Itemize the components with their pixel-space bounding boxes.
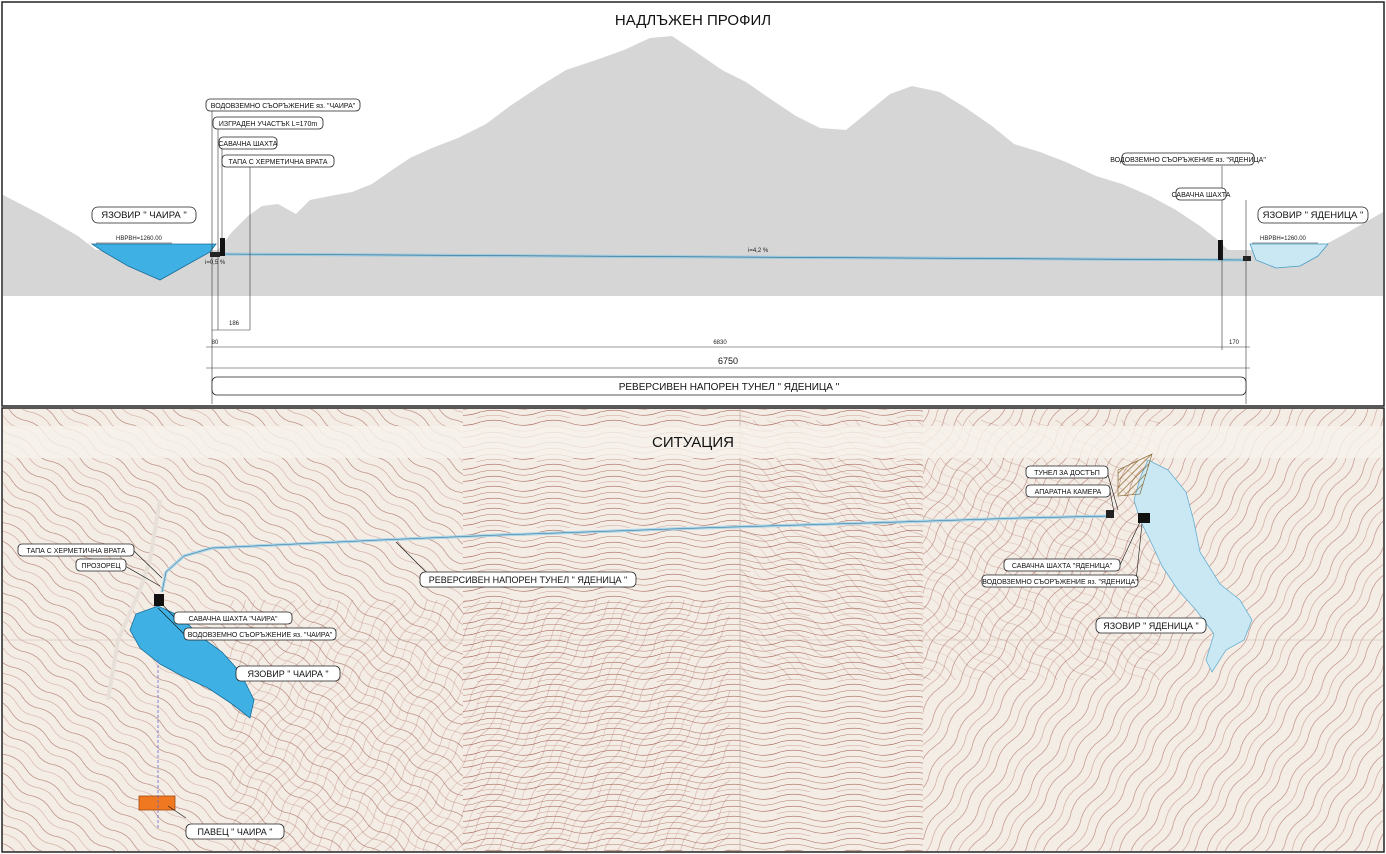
intake-right-symbol: [1243, 256, 1251, 261]
dim-right-text: 170: [1229, 340, 1240, 346]
surge-shaft-left-symbol: [220, 238, 225, 256]
map-callout-apparatus-text: АПАРАТНА КАМЕРА: [1035, 489, 1102, 496]
situation-title: СИТУАЦИЯ: [652, 434, 734, 451]
dim-middle-text: 6830: [713, 340, 727, 346]
map-callout-window-text: ПРОЗОРЕЦ: [81, 563, 121, 570]
map-pavets-label: ПАВЕЦ " ЧАИРА ": [198, 827, 273, 837]
contours-north: [740, 420, 1160, 680]
drawing-sheet: ВОДОВЗЕМНО СЪОРЪЖЕНИЕ яз. "ЧАИРА" ИЗГРАД…: [1, 1, 1385, 853]
map-reservoir-yadenitsa-label: ЯЗОВИР " ЯДЕНИЦА ": [1103, 621, 1198, 631]
callout-surge-shaft-right-text: САВАЧНА ШАХТА: [1172, 192, 1231, 199]
profile-section: ВОДОВЗЕМНО СЪОРЪЖЕНИЕ яз. "ЧАИРА" ИЗГРАД…: [1, 1, 1385, 407]
map-pavets-symbol: [138, 795, 176, 811]
intake-left-symbol: [210, 252, 220, 257]
callout-built-section-text: ИЗГРАДЕН УЧАСТЪК L=170m: [219, 121, 318, 128]
map-callout-tunnel-text: РЕВЕРСИВЕН НАПОРЕН ТУНЕЛ " ЯДЕНИЦА ": [429, 575, 628, 585]
tunnel-label-text: РЕВЕРСИВЕН НАПОРЕН ТУНЕЛ " ЯДЕНИЦА ": [619, 382, 840, 393]
nvrvn-right-text: НВРВН=1260.00: [1260, 236, 1307, 242]
map-apparatus-symbol: [1106, 510, 1114, 518]
callout-intake-chaira-text: ВОДОВЗЕМНО СЪОРЪЖЕНИЕ яз. "ЧАИРА": [211, 103, 356, 110]
nvrvn-left-text: НВРВН=1260.00: [116, 236, 163, 242]
dim-total-text: 6750: [718, 356, 738, 366]
profile-reservoir-chaira-label: ЯЗОВИР " ЧАИРА ": [101, 210, 187, 221]
slope-main-text: i=4,2 %: [748, 248, 769, 254]
map-surge-yadenitsa-symbol: [1138, 513, 1150, 523]
map-callout-plug-gate-text: ТАПА С ХЕРМЕТИЧНА ВРАТА: [26, 548, 125, 555]
callout-surge-shaft-left-text: САВАЧНА ШАХТА: [219, 141, 278, 148]
dim-shaft-text: 186: [229, 321, 240, 327]
map-callout-surge-chaira-text: САВАЧНА ШАХТА "ЧАИРА": [188, 616, 278, 623]
map-callout-surge-yadenitsa-text: САВАЧНА ШАХТА "ЯДЕНИЦА": [1012, 563, 1113, 570]
map-callout-access-tunnel-text: ТУНЕЛ ЗА ДОСТЪП: [1034, 470, 1100, 477]
map-reservoir-chaira-label: ЯЗОВИР " ЧАИРА ": [247, 669, 328, 679]
callout-plug-gate-text: ТАПА С ХЕРМЕТИЧНА ВРАТА: [228, 159, 327, 166]
situation-section: СИТУАЦИЯ ТАПА С ХЕРМЕТИЧНА ВРАТА ПРОЗОРЕ…: [1, 407, 1385, 853]
dim-left-text: 80: [212, 340, 219, 346]
slope-left-text: i=0,5 %: [205, 260, 226, 266]
profile-title: НАДЛЪЖЕН ПРОФИЛ: [615, 12, 771, 29]
profile-reservoir-yadenitsa-label: ЯЗОВИР " ЯДЕНИЦА ": [1263, 210, 1364, 221]
map-surge-chaira-symbol: [154, 594, 164, 606]
map-callout-intake-chaira-text: ВОДОВЗЕМНО СЪОРЪЖЕНИЕ яз. "ЧАИРА": [188, 632, 333, 639]
map-callout-intake-yadenitsa-text: ВОДОВЗЕМНО СЪОРЪЖЕНИЕ яз. "ЯДЕНИЦА": [982, 579, 1138, 586]
callout-intake-yadenitsa-text: ВОДОВЗЕМНО СЪОРЪЖЕНИЕ яз. "ЯДЕНИЦА": [1110, 157, 1266, 164]
